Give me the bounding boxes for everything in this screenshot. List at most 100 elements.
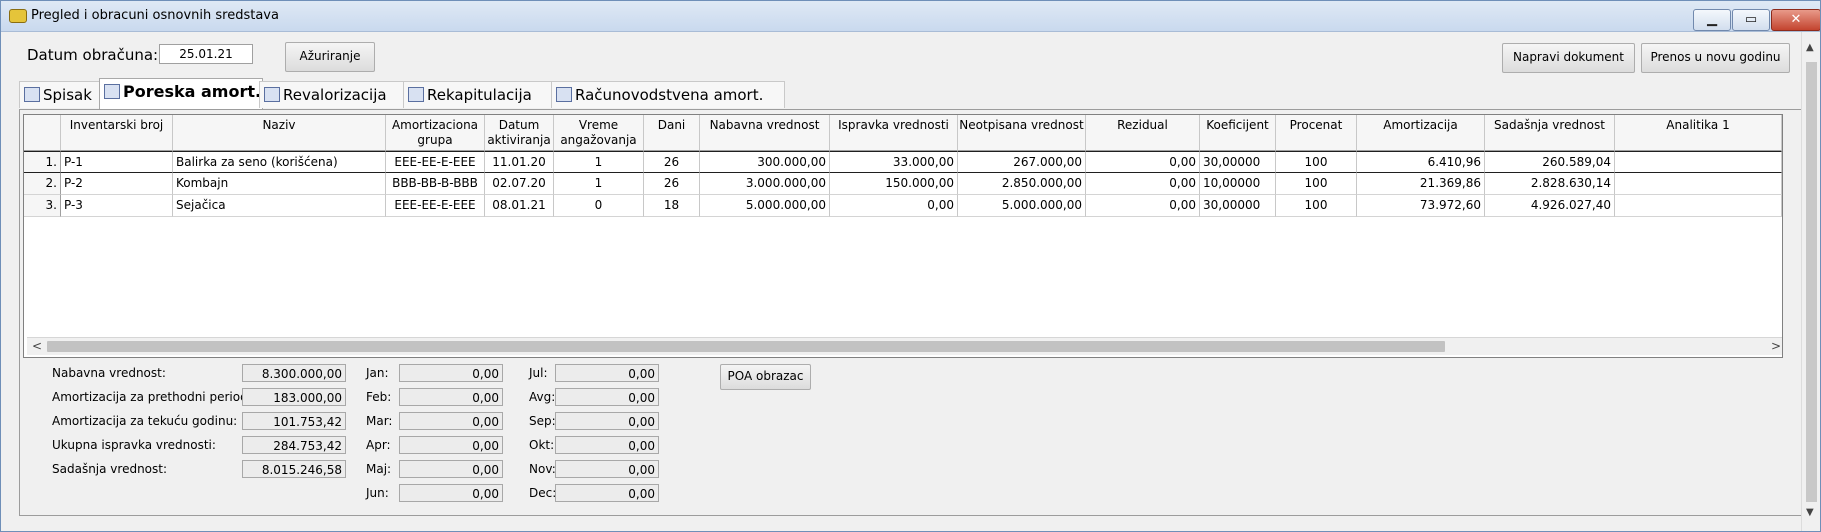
table-cell[interactable]: 3.000.000,00 <box>700 173 830 195</box>
month-label: Maj: <box>366 462 392 476</box>
column-header[interactable]: Ispravka vrednosti <box>830 115 958 151</box>
app-icon <box>9 9 27 23</box>
table-cell[interactable]: 30,00000 <box>1200 151 1276 173</box>
horizontal-scroll-thumb[interactable] <box>47 341 1445 352</box>
table-cell[interactable]: 33.000,00 <box>830 151 958 173</box>
assets-table[interactable]: Inventarski broj Naziv Amortizaciona gru… <box>23 114 1783 358</box>
month-label: Jul: <box>529 366 548 380</box>
column-header[interactable]: Naziv <box>173 115 386 151</box>
restore-button[interactable]: ▭ <box>1732 9 1770 31</box>
table-cell[interactable]: P-2 <box>61 173 173 195</box>
close-button[interactable]: ✕ <box>1771 9 1820 31</box>
column-header[interactable]: Dani <box>644 115 700 151</box>
table-cell[interactable]: 1 <box>554 173 644 195</box>
table-cell[interactable]: 0,00 <box>1086 151 1200 173</box>
tab-revalorizacija[interactable]: Revalorizacija <box>259 81 407 108</box>
column-header[interactable]: Amortizacija <box>1357 115 1485 151</box>
minimize-button[interactable]: ▁ <box>1693 9 1731 31</box>
table-cell[interactable]: 4.926.027,40 <box>1485 195 1615 217</box>
column-header[interactable]: Amortizaciona grupa <box>386 115 485 151</box>
summary-label: Amortizacija za prethodni period: <box>52 390 242 404</box>
column-header[interactable] <box>24 115 61 151</box>
poa-form-button[interactable]: POA obrazac <box>720 364 811 390</box>
transfer-year-button[interactable]: Prenos u novu godinu <box>1641 43 1790 73</box>
table-cell[interactable]: 1 <box>554 151 644 173</box>
list-icon <box>24 87 40 102</box>
table-cell[interactable]: 0,00 <box>830 195 958 217</box>
month-label: Avg: <box>529 390 556 404</box>
summary-label: Ukupna ispravka vrednosti: <box>52 438 216 452</box>
make-document-button[interactable]: Napravi dokument <box>1502 43 1635 73</box>
table-cell[interactable]: 100 <box>1276 151 1357 173</box>
vertical-scroll-thumb[interactable] <box>1806 62 1817 502</box>
table-cell[interactable]: 0 <box>554 195 644 217</box>
summary-label: Amortizacija za tekuću godinu: <box>52 414 238 428</box>
table-cell[interactable] <box>1615 151 1782 173</box>
table-cell[interactable]: 73.972,60 <box>1357 195 1485 217</box>
scroll-down-icon[interactable]: ▼ <box>1806 507 1814 518</box>
column-header[interactable]: Vreme angažovanja <box>554 115 644 151</box>
table-cell[interactable]: 300.000,00 <box>700 151 830 173</box>
column-header[interactable]: Nabavna vrednost <box>700 115 830 151</box>
table-cell[interactable]: 11.01.20 <box>485 151 554 173</box>
table-cell[interactable]: 2.850.000,00 <box>958 173 1086 195</box>
column-header[interactable]: Inventarski broj <box>61 115 173 151</box>
table-cell[interactable]: 5.000.000,00 <box>700 195 830 217</box>
refresh-button[interactable]: Ažuriranje <box>285 42 375 72</box>
table-cell[interactable]: 08.01.21 <box>485 195 554 217</box>
tab-racunovodstvena-amort[interactable]: Računovodstvena amort. <box>551 81 785 108</box>
column-header[interactable]: Rezidual <box>1086 115 1200 151</box>
table-cell[interactable]: P-1 <box>61 151 173 173</box>
horizontal-scrollbar[interactable]: < > <box>27 337 1782 355</box>
table-cell[interactable]: 26 <box>644 151 700 173</box>
table-cell[interactable]: BBB-BB-B-BBB <box>386 173 485 195</box>
table-cell[interactable]: EEE-EE-E-EEE <box>386 151 485 173</box>
date-input[interactable]: 25.01.21 <box>159 44 253 64</box>
scroll-left-icon[interactable]: < <box>32 339 42 353</box>
table-cell[interactable]: 21.369,86 <box>1357 173 1485 195</box>
table-cell[interactable]: 10,00000 <box>1200 173 1276 195</box>
table-cell[interactable]: 02.07.20 <box>485 173 554 195</box>
table-cell[interactable]: EEE-EE-E-EEE <box>386 195 485 217</box>
scroll-right-icon[interactable]: > <box>1771 339 1781 353</box>
table-cell[interactable]: 100 <box>1276 195 1357 217</box>
tab-spisak[interactable]: Spisak <box>19 81 101 108</box>
table-cell[interactable]: 0,00 <box>1086 195 1200 217</box>
table-cell[interactable]: 267.000,00 <box>958 151 1086 173</box>
vertical-scrollbar[interactable]: ▲ ▼ <box>1801 32 1820 531</box>
table-cell[interactable]: Sejačica <box>173 195 386 217</box>
table-cell[interactable] <box>1615 173 1782 195</box>
scroll-up-icon[interactable]: ▲ <box>1806 42 1814 53</box>
table-cell[interactable]: 5.000.000,00 <box>958 195 1086 217</box>
table-cell[interactable]: 30,00000 <box>1200 195 1276 217</box>
row-number: 3. <box>24 195 61 217</box>
table-cell[interactable] <box>1615 195 1782 217</box>
table-cell[interactable]: 260.589,04 <box>1485 151 1615 173</box>
table-cell[interactable]: 100 <box>1276 173 1357 195</box>
column-header[interactable]: Koeficijent <box>1200 115 1276 151</box>
month-value: 0,00 <box>399 484 503 502</box>
month-label: Dec: <box>529 486 557 500</box>
table-cell[interactable]: 6.410,96 <box>1357 151 1485 173</box>
tab-poreska-amort[interactable]: Poreska amort. <box>99 78 263 109</box>
table-cell[interactable]: 2.828.630,14 <box>1485 173 1615 195</box>
table-cell[interactable]: 0,00 <box>1086 173 1200 195</box>
table-cell[interactable]: Balirka za seno (korišćena) <box>173 151 386 173</box>
table-cell[interactable]: 150.000,00 <box>830 173 958 195</box>
tab-rekapitulacija[interactable]: Rekapitulacija <box>403 81 555 108</box>
column-header[interactable]: Datum aktiviranja <box>485 115 554 151</box>
month-label: Mar: <box>366 414 393 428</box>
month-value: 0,00 <box>555 412 659 430</box>
table-cell[interactable]: Kombajn <box>173 173 386 195</box>
month-value: 0,00 <box>555 436 659 454</box>
month-value: 0,00 <box>555 460 659 478</box>
column-header[interactable]: Analitika 1 <box>1615 115 1782 151</box>
column-header[interactable]: Procenat <box>1276 115 1357 151</box>
column-header[interactable]: Sadašnja vrednost <box>1485 115 1615 151</box>
summary-label: Sadašnja vrednost: <box>52 462 168 476</box>
table-cell[interactable]: P-3 <box>61 195 173 217</box>
table-cell[interactable]: 26 <box>644 173 700 195</box>
column-header[interactable]: Neotpisana vrednost <box>958 115 1086 151</box>
month-value: 0,00 <box>555 388 659 406</box>
table-cell[interactable]: 18 <box>644 195 700 217</box>
